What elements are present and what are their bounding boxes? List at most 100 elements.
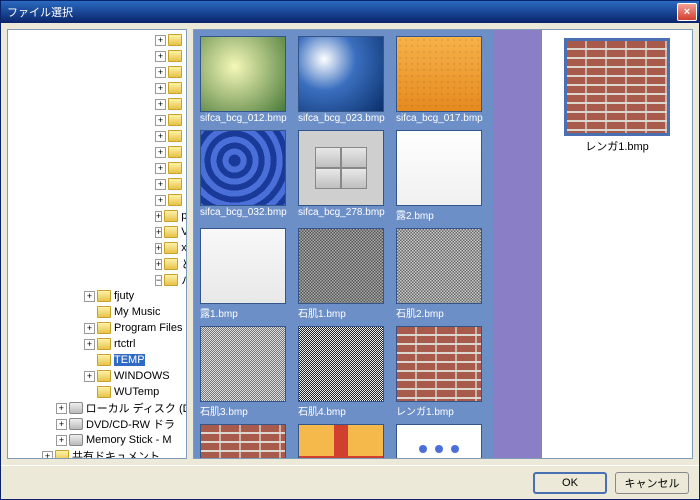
tree-item[interactable]: +	[8, 176, 186, 192]
tree-item[interactable]: −ハ	[8, 272, 186, 288]
tree-item[interactable]: +	[8, 64, 186, 80]
thumbnail[interactable]: sifca_bcg_032.bmp	[200, 130, 292, 222]
thumbnail[interactable]: sifca_bcg_017.bmp	[396, 36, 488, 124]
thumbnail[interactable]: 露1.bmp	[200, 228, 292, 320]
tree-item[interactable]: +VF	[8, 224, 186, 240]
titlebar: ファイル選択 ×	[1, 1, 699, 23]
thumbnail-grid[interactable]: sifca_bcg_012.bmp sifca_bcg_023.bmp sifca_…	[194, 30, 494, 458]
folder-icon	[97, 290, 111, 302]
thumbnail[interactable]	[396, 424, 488, 458]
thumbnail[interactable]: 石肌1.bmp	[298, 228, 390, 320]
thumbnail[interactable]: 石肌2.bmp	[396, 228, 488, 320]
tree-item[interactable]: +WINDOWS	[8, 368, 186, 384]
expand-icon[interactable]: +	[155, 67, 166, 78]
thumbnail-label: 石肌3.bmp	[200, 403, 292, 418]
tree-item[interactable]: + 共有ドキュメント	[8, 448, 186, 459]
folder-icon	[168, 66, 182, 78]
folder-icon	[97, 306, 111, 318]
tree-label: xe	[181, 242, 186, 254]
thumbnail-label: 石肌1.bmp	[298, 305, 390, 320]
tree-item[interactable]: WUTemp	[8, 384, 186, 400]
window-title: ファイル選択	[7, 4, 677, 20]
thumbnail[interactable]: 露2.bmp	[396, 130, 488, 222]
thumbnail[interactable]: sifca_bcg_278.bmp	[298, 130, 390, 222]
tree-item[interactable]: + xe	[8, 240, 186, 256]
folder-icon	[97, 370, 111, 382]
tree-item[interactable]: +fjuty	[8, 288, 186, 304]
cancel-button[interactable]: キャンセル	[615, 472, 689, 494]
expand-icon[interactable]: +	[155, 179, 166, 190]
expand-icon[interactable]: +	[155, 99, 166, 110]
expand-icon[interactable]: +	[155, 35, 166, 46]
folder-icon	[164, 242, 178, 254]
folder-icon	[164, 274, 178, 286]
tree-item[interactable]: +pi:	[8, 208, 186, 224]
ok-button[interactable]: OK	[533, 472, 607, 494]
tree-label: TEMP	[114, 354, 145, 366]
expand-icon[interactable]: +	[155, 243, 162, 254]
thumbnail-image	[298, 326, 384, 402]
expand-icon[interactable]: +	[56, 435, 67, 446]
expand-icon[interactable]: +	[155, 115, 166, 126]
thumbnail-image	[298, 36, 384, 112]
tree-item[interactable]: +	[8, 128, 186, 144]
folder-icon	[55, 450, 69, 459]
expand-icon[interactable]: +	[56, 403, 67, 414]
tree-item[interactable]: +DVD/CD-RW ドラ	[8, 416, 186, 432]
folder-icon	[168, 114, 182, 126]
tree-item[interactable]: My Music	[8, 304, 186, 320]
tree-item[interactable]: +	[8, 160, 186, 176]
thumbnail[interactable]: sifca_bcg_023.bmp	[298, 36, 390, 124]
close-button[interactable]: ×	[677, 3, 697, 21]
expand-icon[interactable]: +	[155, 51, 166, 62]
thumbnail-label: sifca_bcg_023.bmp	[298, 113, 390, 124]
tree-item[interactable]: +	[8, 112, 186, 128]
tree-item[interactable]: +rtctrl	[8, 336, 186, 352]
tree-item[interactable]: +と'	[8, 256, 186, 272]
thumbnail[interactable]	[200, 424, 292, 458]
tree-item[interactable]: +ローカル ディスク (D	[8, 400, 186, 416]
expand-icon[interactable]: +	[155, 227, 162, 238]
expand-icon[interactable]: +	[42, 451, 53, 460]
expand-icon[interactable]: +	[56, 419, 67, 430]
thumbnail[interactable]: 石肌3.bmp	[200, 326, 292, 418]
tree-label: Program Files	[114, 322, 182, 334]
expand-icon[interactable]: +	[84, 339, 95, 350]
expand-icon[interactable]: +	[155, 163, 166, 174]
tree-item[interactable]: + Program Files	[8, 320, 186, 336]
thumbnail[interactable]: 石肌4.bmp	[298, 326, 390, 418]
folder-icon	[168, 130, 182, 142]
tree-item[interactable]: +	[8, 192, 186, 208]
expand-icon[interactable]: +	[155, 211, 162, 222]
expand-icon[interactable]: +	[84, 371, 95, 382]
folder-tree[interactable]: ++++++++++++pi:+VF+xe+と'−ハ+fjutyMy Music…	[7, 29, 187, 459]
folder-icon	[168, 82, 182, 94]
tree-item[interactable]: +	[8, 144, 186, 160]
thumbnail[interactable]: sifca_bcg_012.bmp	[200, 36, 292, 124]
thumbnail-image	[200, 36, 286, 112]
thumbnail-label: sifca_bcg_278.bmp	[298, 207, 390, 218]
expand-icon[interactable]: +	[155, 147, 166, 158]
expand-icon[interactable]: −	[155, 275, 162, 286]
tree-label: ハ	[181, 272, 186, 288]
scroll-strip[interactable]	[494, 30, 542, 458]
tree-item[interactable]: +	[8, 48, 186, 64]
tree-label: 共有ドキュメント	[72, 448, 160, 459]
tree-label: WUTemp	[114, 386, 159, 398]
tree-item[interactable]: +	[8, 80, 186, 96]
tree-item[interactable]: +Memory Stick - M	[8, 432, 186, 448]
expand-icon[interactable]: +	[84, 323, 95, 334]
tree-item[interactable]: +	[8, 32, 186, 48]
tree-item[interactable]: +	[8, 96, 186, 112]
expand-icon[interactable]: +	[155, 83, 166, 94]
expand-icon[interactable]: +	[155, 259, 162, 270]
content-area: sifca_bcg_012.bmp sifca_bcg_023.bmp sifca_…	[193, 29, 693, 459]
expand-icon[interactable]: +	[84, 291, 95, 302]
drive-icon	[69, 418, 83, 430]
thumbnail[interactable]	[298, 424, 390, 458]
thumbnail[interactable]: レンガ1.bmp	[396, 326, 488, 418]
expand-icon[interactable]: +	[155, 131, 166, 142]
thumbnail-label: sifca_bcg_012.bmp	[200, 113, 292, 124]
expand-icon[interactable]: +	[155, 195, 166, 206]
tree-item[interactable]: TEMP	[8, 352, 186, 368]
